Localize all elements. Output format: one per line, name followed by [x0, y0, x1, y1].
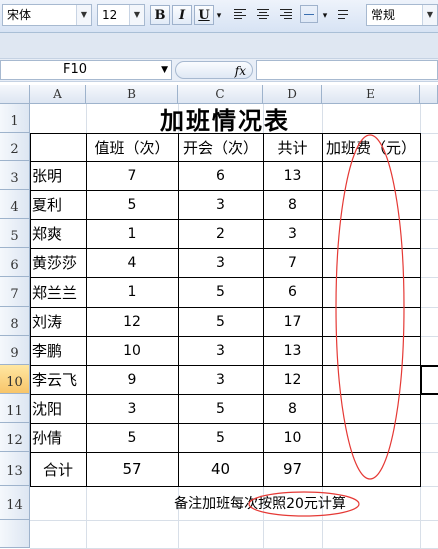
annotation-ellipse-column-e [335, 134, 405, 480]
annotation-ellipse-note [248, 491, 360, 517]
annotation-layer [248, 134, 405, 517]
